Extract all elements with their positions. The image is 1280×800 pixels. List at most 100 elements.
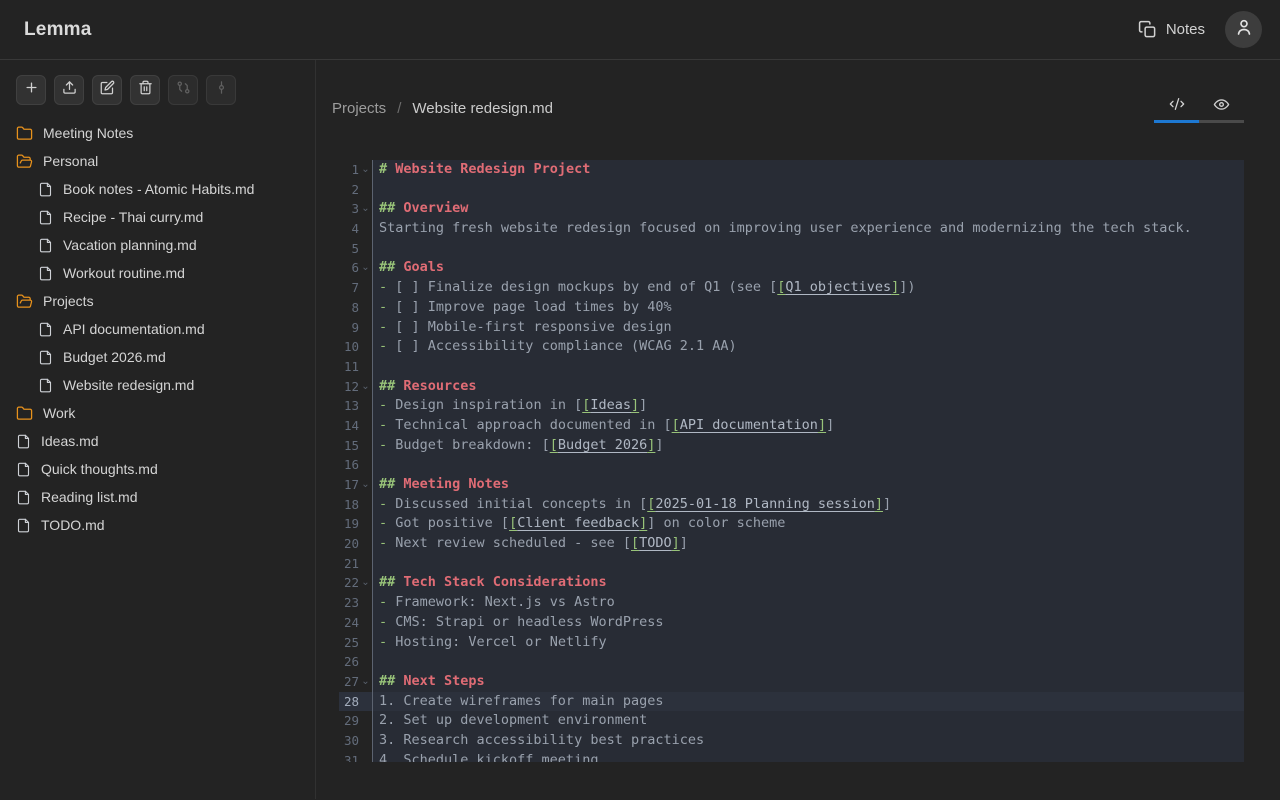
fold-gutter [359, 239, 372, 259]
line-number: 17 [339, 475, 359, 495]
file-icon [16, 518, 31, 533]
editor-line-1[interactable]: 1⌄# Website Redesign Project [339, 160, 1244, 180]
editor-line-22[interactable]: 22⌄## Tech Stack Considerations [339, 573, 1244, 593]
editor-line-25[interactable]: 25- Hosting: Vercel or Netlify [339, 633, 1244, 653]
editor-line-2[interactable]: 2 [339, 180, 1244, 200]
editor-line-14[interactable]: 14- Technical approach documented in [[A… [339, 416, 1244, 436]
file-tree: Meeting Notes Personal Book notes - Atom… [0, 119, 315, 539]
editor-line-3[interactable]: 3⌄## Overview [339, 199, 1244, 219]
tree-item-label: Book notes - Atomic Habits.md [63, 181, 254, 197]
editor-line-26[interactable]: 26 [339, 652, 1244, 672]
editor-line-28[interactable]: 281. Create wireframes for main pages [339, 692, 1244, 712]
tree-file-website-redesign-md[interactable]: Website redesign.md [0, 371, 315, 399]
fold-gutter [359, 298, 372, 318]
editor-line-27[interactable]: 27⌄## Next Steps [339, 672, 1244, 692]
editor-line-18[interactable]: 18- Discussed initial concepts in [[2025… [339, 495, 1244, 515]
editor-line-20[interactable]: 20- Next review scheduled - see [[TODO]] [339, 534, 1244, 554]
eye-icon [1213, 96, 1230, 118]
tree-file-todo-md[interactable]: TODO.md [0, 511, 315, 539]
folder-closed-icon [16, 405, 33, 422]
code-line-content: - [ ] Improve page load times by 40% [372, 298, 1244, 318]
tree-file-api-documentation-md[interactable]: API documentation.md [0, 315, 315, 343]
code-line-content: - Budget breakdown: [[Budget 2026]] [372, 436, 1244, 456]
editor-line-12[interactable]: 12⌄## Resources [339, 377, 1244, 397]
editor-line-10[interactable]: 10- [ ] Accessibility compliance (WCAG 2… [339, 337, 1244, 357]
editor-line-13[interactable]: 13- Design inspiration in [[Ideas]] [339, 396, 1244, 416]
file-icon [38, 350, 53, 365]
editor-line-6[interactable]: 6⌄## Goals [339, 258, 1244, 278]
fold-gutter [359, 357, 372, 377]
line-number: 26 [339, 652, 359, 672]
tree-file-quick-thoughts-md[interactable]: Quick thoughts.md [0, 455, 315, 483]
tree-file-recipe-thai-curry-md[interactable]: Recipe - Thai curry.md [0, 203, 315, 231]
tab-editor[interactable] [1154, 93, 1199, 123]
tree-folder-projects[interactable]: Projects [0, 287, 315, 315]
editor-line-4[interactable]: 4Starting fresh website redesign focused… [339, 219, 1244, 239]
tree-file-reading-list-md[interactable]: Reading list.md [0, 483, 315, 511]
tab-preview[interactable] [1199, 93, 1244, 123]
tree-item-label: TODO.md [41, 517, 105, 533]
fold-chevron-icon[interactable]: ⌄ [359, 377, 372, 397]
editor-lines: 1⌄# Website Redesign Project23⌄## Overvi… [339, 160, 1244, 762]
user-avatar-button[interactable] [1225, 11, 1262, 48]
tree-folder-work[interactable]: Work [0, 399, 315, 427]
editor-line-24[interactable]: 24- CMS: Strapi or headless WordPress [339, 613, 1244, 633]
editor-line-8[interactable]: 8- [ ] Improve page load times by 40% [339, 298, 1244, 318]
editor-line-17[interactable]: 17⌄## Meeting Notes [339, 475, 1244, 495]
file-icon [16, 462, 31, 477]
tree-item-label: Work [43, 405, 75, 421]
line-number: 6 [339, 258, 359, 278]
upload-button[interactable] [54, 75, 84, 105]
tree-folder-personal[interactable]: Personal [0, 147, 315, 175]
tree-file-book-notes-atomic-habits-md[interactable]: Book notes - Atomic Habits.md [0, 175, 315, 203]
fold-gutter [359, 337, 372, 357]
line-number: 20 [339, 534, 359, 554]
fold-chevron-icon[interactable]: ⌄ [359, 475, 372, 495]
editor-line-7[interactable]: 7- [ ] Finalize design mockups by end of… [339, 278, 1244, 298]
tree-file-workout-routine-md[interactable]: Workout routine.md [0, 259, 315, 287]
tree-file-budget-2026-md[interactable]: Budget 2026.md [0, 343, 315, 371]
fold-chevron-icon[interactable]: ⌄ [359, 672, 372, 692]
rename-button[interactable] [92, 75, 122, 105]
notes-button[interactable]: Notes [1138, 20, 1205, 39]
plus-icon [24, 80, 39, 100]
git-commit-button [206, 75, 236, 105]
editor-line-9[interactable]: 9- [ ] Mobile-first responsive design [339, 318, 1244, 338]
editor-line-29[interactable]: 292. Set up development environment [339, 711, 1244, 731]
line-number: 19 [339, 514, 359, 534]
editor-line-31[interactable]: 314. Schedule kickoff meeting [339, 751, 1244, 762]
markdown-editor[interactable]: 1⌄# Website Redesign Project23⌄## Overvi… [339, 160, 1244, 762]
sidebar: Meeting Notes Personal Book notes - Atom… [0, 60, 316, 799]
fold-chevron-icon[interactable]: ⌄ [359, 258, 372, 278]
code-line-content: - CMS: Strapi or headless WordPress [372, 613, 1244, 633]
fold-gutter [359, 318, 372, 338]
tree-item-label: Meeting Notes [43, 125, 133, 141]
editor-line-23[interactable]: 23- Framework: Next.js vs Astro [339, 593, 1244, 613]
tree-item-label: API documentation.md [63, 321, 205, 337]
breadcrumb-parent[interactable]: Projects [332, 100, 386, 117]
fold-chevron-icon[interactable]: ⌄ [359, 573, 372, 593]
tree-item-label: Reading list.md [41, 489, 138, 505]
editor-line-21[interactable]: 21 [339, 554, 1244, 574]
tree-folder-meeting-notes[interactable]: Meeting Notes [0, 119, 315, 147]
line-number: 21 [339, 554, 359, 574]
line-number: 28 [339, 692, 359, 712]
editor-line-30[interactable]: 303. Research accessibility best practic… [339, 731, 1244, 751]
editor-line-19[interactable]: 19- Got positive [[Client feedback]] on … [339, 514, 1244, 534]
code-line-content [372, 357, 1244, 377]
editor-line-15[interactable]: 15- Budget breakdown: [[Budget 2026]] [339, 436, 1244, 456]
user-icon [1234, 17, 1254, 42]
editor-line-5[interactable]: 5 [339, 239, 1244, 259]
fold-chevron-icon[interactable]: ⌄ [359, 160, 372, 180]
tree-file-ideas-md[interactable]: Ideas.md [0, 427, 315, 455]
tree-file-vacation-planning-md[interactable]: Vacation planning.md [0, 231, 315, 259]
new-note-button[interactable] [16, 75, 46, 105]
editor-line-11[interactable]: 11 [339, 357, 1244, 377]
fold-gutter [359, 534, 372, 554]
line-number: 14 [339, 416, 359, 436]
fold-chevron-icon[interactable]: ⌄ [359, 199, 372, 219]
line-number: 27 [339, 672, 359, 692]
delete-button[interactable] [130, 75, 160, 105]
notes-stack-icon [1138, 20, 1157, 39]
editor-line-16[interactable]: 16 [339, 455, 1244, 475]
